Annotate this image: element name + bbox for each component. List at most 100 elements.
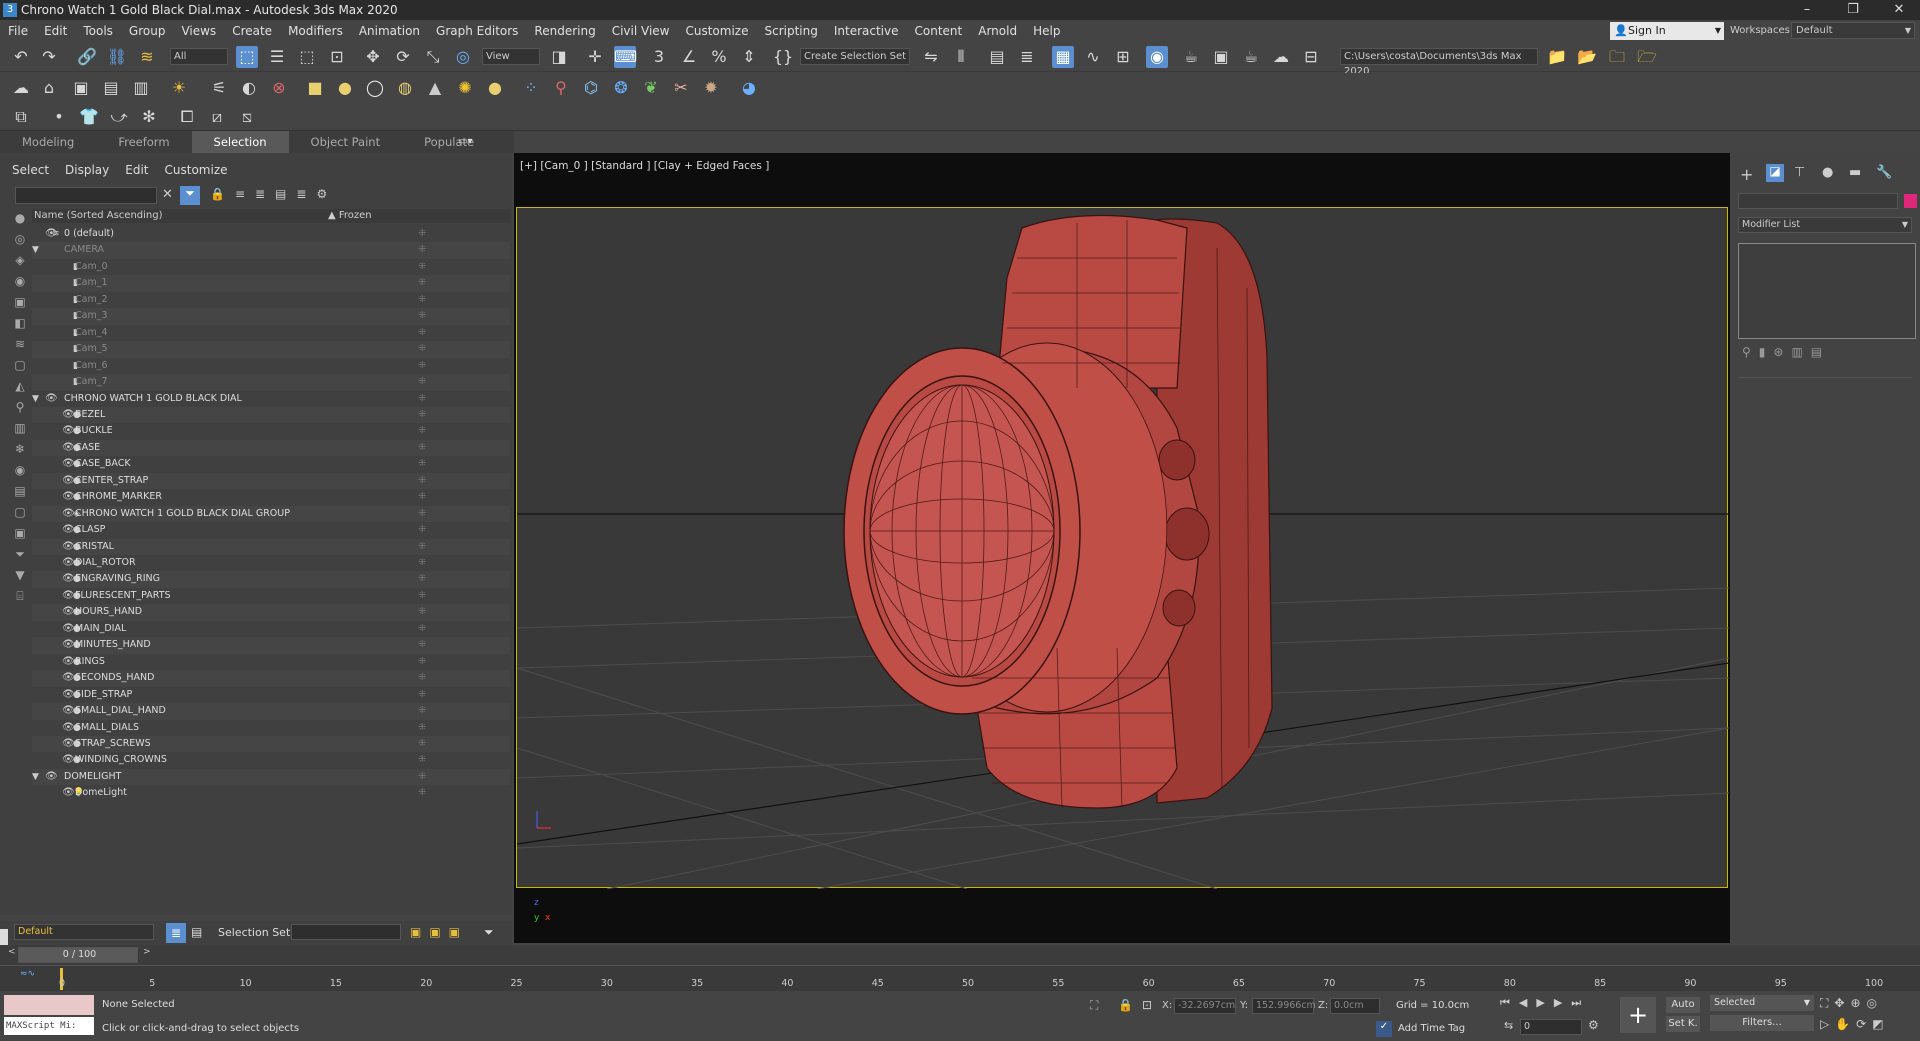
layer-add-icon[interactable]: ▤: [100, 77, 122, 99]
freeze-toggle-icon[interactable]: ⁜: [418, 473, 426, 489]
column-name[interactable]: Name (Sorted Ascending): [34, 210, 163, 221]
rendered-frame-icon[interactable]: ▣: [1210, 46, 1232, 68]
tree-row[interactable]: ▼ CAMERA ⁜: [32, 242, 510, 259]
tree-row[interactable]: 👁 ● CLASP ⁜: [32, 522, 510, 539]
undo-icon[interactable]: ↶: [10, 46, 32, 68]
tree-row[interactable]: 👁 ● CASE_BACK ⁜: [32, 456, 510, 473]
foliage-icon[interactable]: ❦: [640, 77, 662, 99]
tree-row[interactable]: 👁 ● SIDE_STRAP ⁜: [32, 687, 510, 704]
freeze-toggle-icon[interactable]: ⁜: [418, 539, 426, 555]
display-containers-icon[interactable]: ▥: [10, 418, 30, 438]
motion-mixer-icon[interactable]: ◐: [238, 77, 260, 99]
menu-edit[interactable]: Edit: [36, 24, 75, 38]
menu-tools[interactable]: Tools: [75, 24, 121, 38]
viewport-label[interactable]: [+] [Cam_0 ] [Standard ] [Clay + Edged F…: [520, 160, 769, 172]
explorer-tools[interactable]: 🔒≡≣▤≣⚙: [210, 187, 337, 201]
menu-rendering[interactable]: Rendering: [526, 24, 603, 38]
auto-key-button[interactable]: Auto: [1666, 997, 1700, 1013]
keyboard-shortcut-override-icon[interactable]: ⌨: [614, 46, 637, 68]
tree-row[interactable]: 👁 ● SECONDS_HAND ⁜: [32, 670, 510, 687]
menu-create[interactable]: Create: [224, 24, 280, 38]
next-frame-icon[interactable]: >: [143, 947, 151, 957]
tree-row[interactable]: 👁 ● CASE ⁜: [32, 439, 510, 457]
tree-row[interactable]: 👁 ● CRISTAL ⁜: [32, 538, 510, 556]
menu-graph-editors[interactable]: Graph Editors: [428, 24, 526, 38]
tree-row[interactable]: 👁 ● CHROME_MARKER ⁜: [32, 489, 510, 506]
expand-icon[interactable]: ▼: [32, 242, 39, 258]
render-cloud-icon[interactable]: ☁: [1270, 46, 1292, 68]
modifier-stack[interactable]: [1738, 243, 1916, 339]
add-time-tag[interactable]: Add Time Tag: [1398, 1023, 1465, 1034]
layer-props-icon[interactable]: ▥: [130, 77, 152, 99]
box-icon[interactable]: ■: [304, 77, 326, 99]
display-cameras-icon[interactable]: ▣: [10, 292, 30, 312]
absolute-mode-icon[interactable]: ⊡: [1142, 998, 1152, 1012]
render-setup-icon[interactable]: ☕: [1180, 46, 1202, 68]
y-coordinate-field[interactable]: 152.9966cm: [1252, 998, 1316, 1014]
sun-icon[interactable]: ✺: [454, 77, 476, 99]
freeze-toggle-icon[interactable]: ⁜: [418, 341, 426, 357]
dope-sheet-icon[interactable]: ⊗: [268, 77, 290, 99]
tree-row[interactable]: 👁 ● MAIN_DIAL ⁜: [32, 621, 510, 638]
create-tab-icon[interactable]: +: [1740, 165, 1753, 184]
tree-row[interactable]: 👁 ● SMALL_DIAL_HAND ⁜: [32, 703, 510, 720]
tree-row[interactable]: 👁 ● HOURS_HAND ⁜: [32, 604, 510, 621]
redo-icon[interactable]: ↷: [38, 46, 60, 68]
scale-icon[interactable]: ⤡: [422, 46, 444, 68]
menu-file[interactable]: File: [0, 24, 36, 38]
layer-list-icon[interactable]: ▤: [191, 925, 202, 939]
align-icon[interactable]: ⫴: [950, 46, 972, 68]
display-none2-icon[interactable]: ▢: [10, 502, 30, 522]
tree-row[interactable]: 👁 ● STRAP_SCREWS ⁜: [32, 735, 510, 753]
tree-row[interactable]: 👁 ● CENTER_STRAP ⁜: [32, 472, 510, 490]
display-frozen-icon[interactable]: ❄: [10, 439, 30, 459]
tree-row[interactable]: ▮ Cam_4 ⁜: [32, 325, 510, 342]
tab-modeling[interactable]: Modeling: [0, 131, 96, 153]
cloth-icon[interactable]: ✂: [670, 77, 692, 99]
tab-selection[interactable]: Selection: [191, 131, 289, 153]
explorer-menu-display[interactable]: Display: [65, 163, 109, 177]
explorer-menu-customize[interactable]: Customize: [165, 163, 228, 177]
menu-modifiers[interactable]: Modifiers: [280, 24, 351, 38]
teapot-icon[interactable]: ●: [484, 77, 506, 99]
render-production-icon[interactable]: ☕: [1240, 46, 1262, 68]
pipe-icon[interactable]: ⤻: [108, 106, 130, 128]
modify-tab-icon[interactable]: ◪: [1766, 164, 1784, 182]
stack-tools[interactable]: ⚲▮⊛▥▤: [1742, 345, 1830, 359]
select-manipulate-icon[interactable]: ✛: [584, 46, 606, 68]
freeze-toggle-icon[interactable]: ⁜: [418, 621, 426, 637]
freeze-toggle-icon[interactable]: ⁜: [418, 374, 426, 390]
tree-row[interactable]: ▮ Cam_6 ⁜: [32, 358, 510, 375]
isolate-icon[interactable]: ⛶: [1090, 998, 1098, 1013]
explorer-menu-edit[interactable]: Edit: [125, 163, 148, 177]
reactor-icon[interactable]: ⚲: [550, 77, 572, 99]
spinner-snap-icon[interactable]: ⇕: [738, 46, 760, 68]
freeze-toggle-icon[interactable]: ⁜: [418, 670, 426, 686]
key-mode-icon[interactable]: ⇆: [1504, 1019, 1513, 1032]
menu-animation[interactable]: Animation: [351, 24, 428, 38]
shirt-icon[interactable]: 👕: [78, 106, 100, 128]
layer-manager-icon[interactable]: ▣: [70, 77, 92, 99]
freeze-toggle-icon[interactable]: ⁜: [418, 588, 426, 604]
menu-customize[interactable]: Customize: [677, 24, 756, 38]
bind-space-warp-icon[interactable]: ≋: [136, 46, 158, 68]
freeze-toggle-icon[interactable]: ⁜: [418, 785, 426, 801]
project-folder-icon[interactable]: 📁: [1546, 46, 1568, 68]
rect-selection-icon[interactable]: ⬚: [296, 46, 318, 68]
maxscript-input[interactable]: MAXScript Mi:: [4, 1017, 94, 1035]
z-coordinate-field[interactable]: 0.0cm: [1330, 998, 1380, 1014]
visibility-eye-icon[interactable]: 👁: [45, 391, 58, 407]
torus-icon[interactable]: ◍: [394, 77, 416, 99]
tree-row[interactable]: ▮ Cam_5 ⁜: [32, 341, 510, 358]
freeze-toggle-icon[interactable]: ⁜: [418, 522, 426, 538]
mass-fx-icon[interactable]: ❂: [610, 77, 632, 99]
link-icon[interactable]: 🔗: [76, 46, 98, 68]
maxscript-listener[interactable]: [4, 995, 94, 1015]
key-filter-dropdown[interactable]: Selected ▼: [1710, 995, 1814, 1011]
freeze-toggle-icon[interactable]: ⁜: [418, 440, 426, 456]
render-sphere-icon[interactable]: ◕: [738, 77, 760, 99]
clear-search-icon[interactable]: ✕: [162, 187, 173, 202]
light-list-icon[interactable]: ☀: [168, 77, 190, 99]
select-object-icon[interactable]: ⬚: [236, 46, 258, 68]
tree-row[interactable]: 👁 ● FLURESCENT_PARTS ⁜: [32, 588, 510, 605]
